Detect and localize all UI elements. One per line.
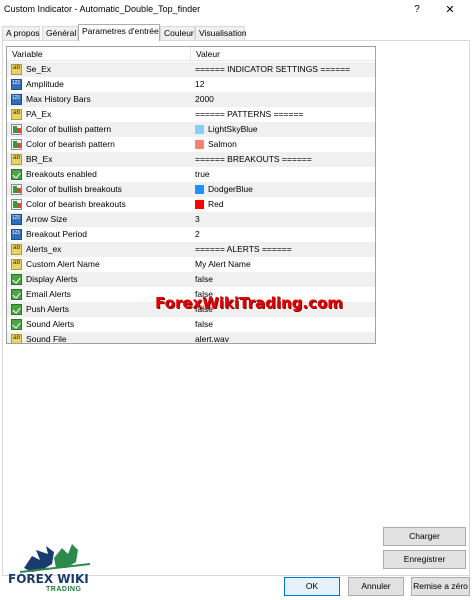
parameter-row[interactable]: Max History Bars 2000 bbox=[7, 92, 375, 107]
help-button[interactable]: ? bbox=[406, 2, 428, 18]
cancel-button[interactable]: Annuler bbox=[348, 577, 404, 596]
parameter-value[interactable]: Salmon bbox=[208, 137, 237, 152]
watermark: ForexWikiTrading.com bbox=[155, 294, 343, 312]
parameter-value[interactable]: 12 bbox=[195, 77, 204, 92]
integer-type-icon bbox=[11, 94, 22, 105]
color-swatch bbox=[195, 140, 204, 149]
color-type-icon bbox=[11, 184, 22, 195]
parameter-name: Sound File bbox=[26, 334, 67, 344]
string-type-icon bbox=[11, 334, 22, 343]
parameter-value[interactable]: DodgerBlue bbox=[208, 182, 253, 197]
parameter-value[interactable]: ====== PATTERNS ====== bbox=[195, 107, 303, 122]
integer-type-icon bbox=[11, 214, 22, 225]
parameter-name: BR_Ex bbox=[26, 154, 53, 164]
parameter-value[interactable]: true bbox=[195, 167, 210, 182]
parameter-value[interactable]: ====== BREAKOUTS ====== bbox=[195, 152, 312, 167]
color-swatch bbox=[195, 200, 204, 209]
parameter-row[interactable]: Color of bearish breakouts Red bbox=[7, 197, 375, 212]
parameter-row[interactable]: Sound File alert.wav bbox=[7, 332, 375, 344]
tab-visualisation[interactable]: Visualisation bbox=[195, 26, 247, 40]
parameter-name: Arrow Size bbox=[26, 214, 68, 224]
parameter-name: Breakout Period bbox=[26, 229, 87, 239]
parameter-row[interactable]: Arrow Size 3 bbox=[7, 212, 375, 227]
parameter-name: Display Alerts bbox=[26, 274, 78, 284]
color-type-icon bbox=[11, 199, 22, 210]
parameter-row[interactable]: Alerts_ex ====== ALERTS ====== bbox=[7, 242, 375, 257]
string-type-icon bbox=[11, 244, 22, 255]
grid-header: Variable Valeur bbox=[7, 47, 375, 61]
logo-subtitle: TRADING bbox=[46, 586, 82, 593]
parameter-value[interactable]: ====== INDICATOR SETTINGS ====== bbox=[195, 62, 350, 77]
parameter-name: Sound Alerts bbox=[26, 319, 75, 329]
boolean-type-icon bbox=[11, 289, 22, 300]
parameter-value[interactable]: ====== ALERTS ====== bbox=[195, 242, 292, 257]
parameter-row[interactable]: Color of bullish breakouts DodgerBlue bbox=[7, 182, 375, 197]
color-type-icon bbox=[11, 124, 22, 135]
string-type-icon bbox=[11, 109, 22, 120]
parameter-row[interactable]: Amplitude 12 bbox=[7, 77, 375, 92]
parameter-row[interactable]: Breakouts enabled true bbox=[7, 167, 375, 182]
parameter-value[interactable]: alert.wav bbox=[195, 332, 229, 343]
column-header-variable[interactable]: Variable bbox=[7, 47, 191, 61]
parameter-name: PA_Ex bbox=[26, 109, 52, 119]
parameter-row[interactable]: Custom Alert Name My Alert Name bbox=[7, 257, 375, 272]
parameter-name: Color of bullish pattern bbox=[26, 124, 112, 134]
window-title: Custom Indicator - Automatic_Double_Top_… bbox=[4, 4, 201, 14]
parameter-name: Breakouts enabled bbox=[26, 169, 97, 179]
string-type-icon bbox=[11, 259, 22, 270]
logo-wordmark: FOREX WIKI bbox=[8, 572, 89, 586]
parameter-name: Max History Bars bbox=[26, 94, 91, 104]
parameter-value[interactable]: Red bbox=[208, 197, 224, 212]
color-type-icon bbox=[11, 139, 22, 150]
boolean-type-icon bbox=[11, 304, 22, 315]
color-swatch bbox=[195, 185, 204, 194]
parameter-name: Email Alerts bbox=[26, 289, 71, 299]
tab-colors[interactable]: Couleur bbox=[160, 26, 195, 40]
parameter-name: Color of bearish breakouts bbox=[26, 199, 126, 209]
parameter-name: Amplitude bbox=[26, 79, 64, 89]
parameter-row[interactable]: PA_Ex ====== PATTERNS ====== bbox=[7, 107, 375, 122]
tab-input-parameters[interactable]: Parametres d'entrée bbox=[78, 24, 160, 41]
reset-button[interactable]: Remise a zéro bbox=[411, 577, 470, 596]
parameter-name: Alerts_ex bbox=[26, 244, 62, 254]
parameter-value[interactable]: LightSkyBlue bbox=[208, 122, 258, 137]
color-swatch bbox=[195, 125, 204, 134]
parameter-value[interactable]: false bbox=[195, 317, 213, 332]
parameter-value[interactable]: My Alert Name bbox=[195, 257, 251, 272]
parameter-row[interactable]: Se_Ex ====== INDICATOR SETTINGS ====== bbox=[7, 62, 375, 77]
parameter-row[interactable]: Color of bullish pattern LightSkyBlue bbox=[7, 122, 375, 137]
ok-button[interactable]: OK bbox=[284, 577, 340, 596]
boolean-type-icon bbox=[11, 274, 22, 285]
boolean-type-icon bbox=[11, 319, 22, 330]
load-button[interactable]: Charger bbox=[383, 527, 466, 546]
tab-general[interactable]: Général bbox=[42, 26, 78, 40]
string-type-icon bbox=[11, 64, 22, 75]
parameter-value[interactable]: 2 bbox=[195, 227, 200, 242]
parameter-name: Custom Alert Name bbox=[26, 259, 100, 269]
parameter-name: Color of bullish breakouts bbox=[26, 184, 122, 194]
parameter-name: Color of bearish pattern bbox=[26, 139, 115, 149]
parameter-row[interactable]: Sound Alerts false bbox=[7, 317, 375, 332]
parameter-value[interactable]: false bbox=[195, 272, 213, 287]
string-type-icon bbox=[11, 154, 22, 165]
parameter-value[interactable]: 2000 bbox=[195, 92, 214, 107]
close-button[interactable]: ✕ bbox=[428, 2, 472, 18]
boolean-type-icon bbox=[11, 169, 22, 180]
tab-about[interactable]: A propos bbox=[2, 26, 40, 40]
parameter-row[interactable]: BR_Ex ====== BREAKOUTS ====== bbox=[7, 152, 375, 167]
integer-type-icon bbox=[11, 79, 22, 90]
title-bar: Custom Indicator - Automatic_Double_Top_… bbox=[0, 0, 474, 20]
parameter-name: Push Alerts bbox=[26, 304, 69, 314]
parameter-value[interactable]: 3 bbox=[195, 212, 200, 227]
integer-type-icon bbox=[11, 229, 22, 240]
parameter-row[interactable]: Color of bearish pattern Salmon bbox=[7, 137, 375, 152]
parameter-row[interactable]: Display Alerts false bbox=[7, 272, 375, 287]
column-header-value[interactable]: Valeur bbox=[191, 47, 375, 61]
parameter-name: Se_Ex bbox=[26, 64, 52, 74]
parameter-row[interactable]: Breakout Period 2 bbox=[7, 227, 375, 242]
save-button[interactable]: Enregistrer bbox=[383, 550, 466, 569]
